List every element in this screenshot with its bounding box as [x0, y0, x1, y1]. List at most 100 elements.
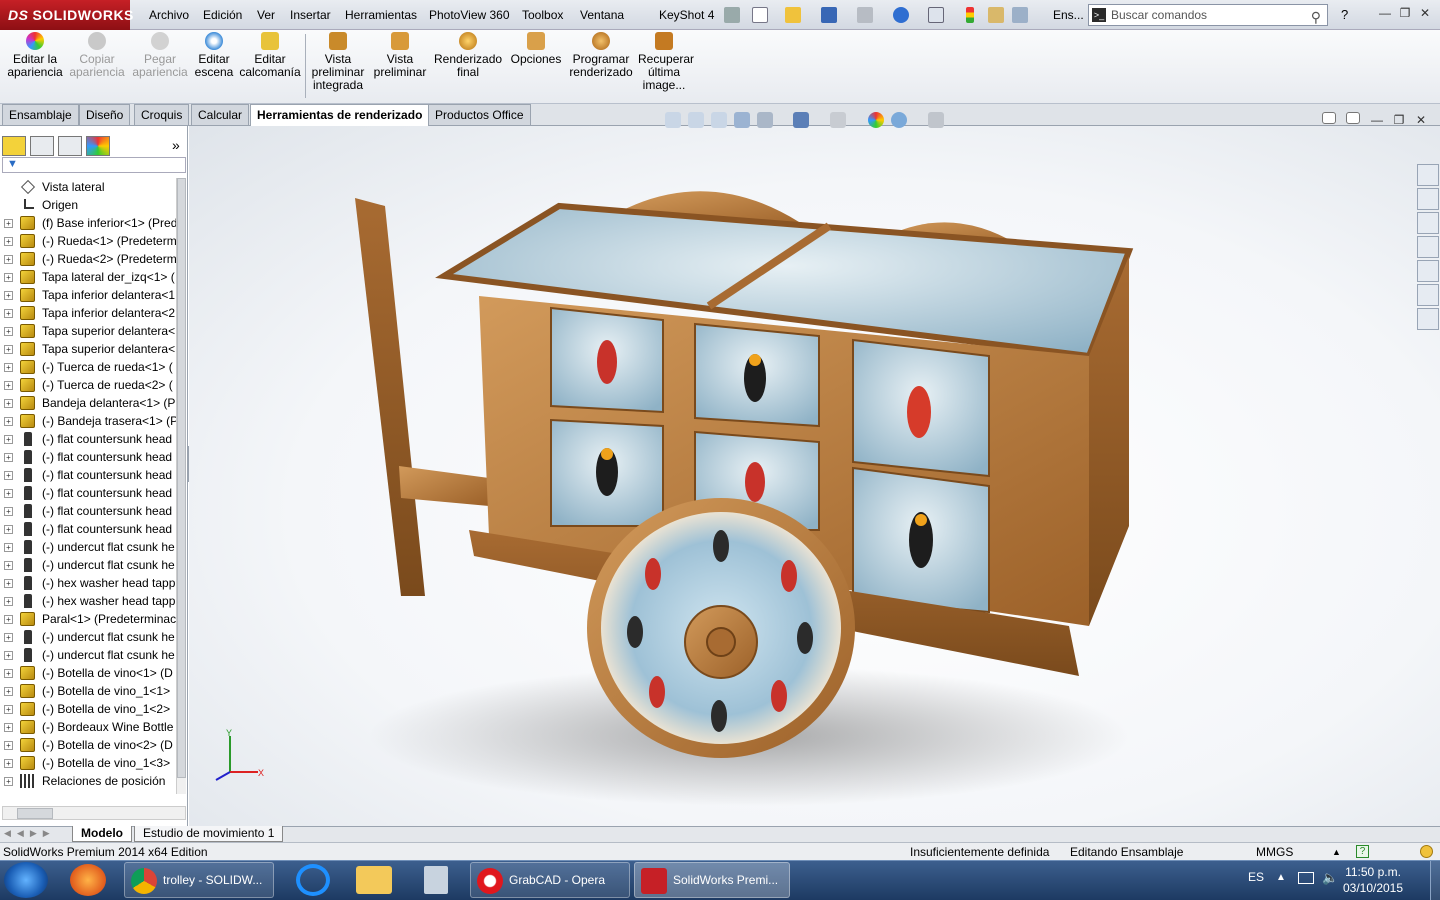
expand-toggle-icon[interactable]: +	[4, 453, 13, 462]
menu-ventana[interactable]: Ventana	[573, 0, 631, 30]
status-tag-icon[interactable]	[1420, 845, 1433, 858]
menu-ver[interactable]: Ver	[250, 0, 282, 30]
firefox-icon[interactable]	[70, 864, 106, 896]
status-units[interactable]: MMGS	[1256, 843, 1293, 861]
tab-herramientas-de-renderizado[interactable]: Herramientas de renderizado	[250, 104, 430, 126]
expand-toggle-icon[interactable]: +	[4, 417, 13, 426]
expand-toggle-icon[interactable]: +	[4, 471, 13, 480]
tree-item[interactable]: + (-) Bordeaux Wine Bottle	[0, 718, 176, 736]
tree-item[interactable]: + (-) Botella de vino_1<1>	[0, 682, 176, 700]
expand-toggle-icon[interactable]: +	[4, 597, 13, 606]
tree-item[interactable]: + Bandeja delantera<1> (P	[0, 394, 176, 412]
tab-productos-office[interactable]: Productos Office	[428, 104, 531, 125]
select-arrow-icon[interactable]	[928, 7, 944, 23]
tree-item[interactable]: + (f) Base inferior<1> (Pred	[0, 214, 176, 232]
tree-item[interactable]: + (-) flat countersunk head	[0, 466, 176, 484]
network-icon[interactable]	[1298, 872, 1314, 884]
expand-toggle-icon[interactable]: +	[4, 237, 13, 246]
menu-archivo[interactable]: Archivo	[142, 0, 196, 30]
tree-item[interactable]: Origen	[0, 196, 176, 214]
tree-item[interactable]: + (-) undercut flat csunk he	[0, 646, 176, 664]
panel-expand-chevron-icon[interactable]: »	[172, 137, 180, 153]
tab-diseno[interactable]: Diseño	[79, 104, 131, 125]
tree-item[interactable]: + (-) hex washer head tapp	[0, 574, 176, 592]
custom-properties-icon[interactable]	[1417, 308, 1439, 330]
tree-item[interactable]: + (-) flat countersunk head	[0, 484, 176, 502]
edit-scene-button[interactable]: Editar escena	[192, 32, 236, 79]
search-scope-label[interactable]: Ens...	[1046, 0, 1091, 30]
featuremanager-tab-icon[interactable]	[2, 136, 26, 156]
taskbar-chrome-window[interactable]: trolley - SOLIDW...	[124, 862, 274, 898]
schedule-render-button[interactable]: Programar renderizado	[568, 32, 634, 79]
minimize-icon[interactable]: —	[1376, 5, 1394, 21]
tab-croquis[interactable]: Croquis	[134, 104, 190, 125]
menu-insertar[interactable]: Insertar	[283, 0, 338, 30]
rebuild-traffic-light-icon[interactable]	[966, 7, 974, 23]
expand-toggle-icon[interactable]: +	[4, 687, 13, 696]
menu-photoview[interactable]: PhotoView 360	[422, 0, 517, 30]
open-folder-icon[interactable]	[785, 7, 801, 23]
expand-toggle-icon[interactable]: +	[4, 273, 13, 282]
language-indicator[interactable]: ES	[1248, 870, 1264, 884]
edit-decal-button[interactable]: Editar calcomanía	[238, 32, 302, 79]
expand-toggle-icon[interactable]: +	[4, 255, 13, 264]
expand-toggle-icon[interactable]: +	[4, 561, 13, 570]
preview-window-button[interactable]: Vista preliminar	[370, 32, 430, 79]
expand-toggle-icon[interactable]: +	[4, 381, 13, 390]
expand-toggle-icon[interactable]: +	[4, 435, 13, 444]
expand-toggle-icon[interactable]: +	[4, 327, 13, 336]
tree-item[interactable]: + Tapa inferior delantera<2	[0, 304, 176, 322]
tree-item[interactable]: Vista lateral	[0, 178, 176, 196]
expand-toggle-icon[interactable]: +	[4, 705, 13, 714]
taskbar-opera-window[interactable]: GrabCAD - Opera	[470, 862, 630, 898]
copy-appearance-button[interactable]: Copiar apariencia	[68, 32, 126, 79]
menu-toolbox[interactable]: Toolbox	[515, 0, 570, 30]
menu-edicion[interactable]: Edición	[196, 0, 249, 30]
tab-estudio-de-movimiento[interactable]: Estudio de movimiento 1	[134, 826, 284, 842]
expand-toggle-icon[interactable]: +	[4, 669, 13, 678]
tree-filter-field[interactable]: ▼	[2, 157, 186, 173]
tree-item[interactable]: + (-) undercut flat csunk he	[0, 538, 176, 556]
expand-toggle-icon[interactable]: +	[4, 759, 13, 768]
home-icon[interactable]	[1417, 188, 1439, 210]
taskbar-solidworks-window[interactable]: SolidWorks Premi...	[634, 862, 790, 898]
internet-explorer-icon[interactable]	[296, 864, 330, 896]
system-clock[interactable]: 11:50 p.m. 03/10/2015	[1342, 864, 1404, 896]
search-icon[interactable]: ⚲	[1311, 7, 1321, 27]
expand-toggle-icon[interactable]: +	[4, 219, 13, 228]
tab-ensamblaje[interactable]: Ensamblaje	[2, 104, 79, 125]
tab-calcular[interactable]: Calcular	[191, 104, 250, 125]
expand-toggle-icon[interactable]: +	[4, 579, 13, 588]
tree-item[interactable]: + (-) Bandeja trasera<1> (P	[0, 412, 176, 430]
expand-toggle-icon[interactable]: +	[4, 615, 13, 624]
tree-item[interactable]: + Relaciones de posición	[0, 772, 176, 790]
expand-toggle-icon[interactable]: +	[4, 723, 13, 732]
tree-item[interactable]: + (-) flat countersunk head	[0, 430, 176, 448]
tray-expand-icon[interactable]: ▲	[1276, 872, 1286, 883]
integrated-preview-button[interactable]: Vista preliminar integrada	[308, 32, 368, 92]
status-help-icon[interactable]: ?	[1356, 845, 1369, 858]
final-render-button[interactable]: Renderizado final	[434, 32, 502, 79]
expand-toggle-icon[interactable]: +	[4, 651, 13, 660]
tree-item[interactable]: + (-) undercut flat csunk he	[0, 628, 176, 646]
expand-toggle-icon[interactable]: +	[4, 363, 13, 372]
file-properties-icon[interactable]	[988, 7, 1004, 23]
configurationmanager-tab-icon[interactable]	[58, 136, 82, 156]
menu-keyshot[interactable]: KeyShot 4	[652, 0, 721, 30]
appearances-scenes-icon[interactable]	[1417, 284, 1439, 306]
windows-start-button[interactable]	[4, 862, 48, 898]
tree-scroll-thumb[interactable]	[177, 178, 186, 778]
tree-item[interactable]: + Tapa lateral der_izq<1> (	[0, 268, 176, 286]
tree-item[interactable]: + (-) Botella de vino_1<3>	[0, 754, 176, 772]
expand-toggle-icon[interactable]: +	[4, 507, 13, 516]
tab-scroll-arrows[interactable]: ◀◀▶▶	[4, 828, 68, 840]
save-icon[interactable]	[821, 7, 837, 23]
tree-item[interactable]: + (-) hex washer head tapp	[0, 592, 176, 610]
file-explorer-taskbar-icon[interactable]	[356, 866, 392, 894]
tree-item[interactable]: + (-) Rueda<2> (Predeterm	[0, 250, 176, 268]
tree-horizontal-scrollbar[interactable]	[2, 806, 186, 820]
calculator-icon[interactable]	[424, 866, 448, 894]
design-library-icon[interactable]	[1417, 212, 1439, 234]
new-document-icon[interactable]	[752, 7, 768, 23]
units-dropdown-icon[interactable]: ▲	[1332, 843, 1341, 861]
